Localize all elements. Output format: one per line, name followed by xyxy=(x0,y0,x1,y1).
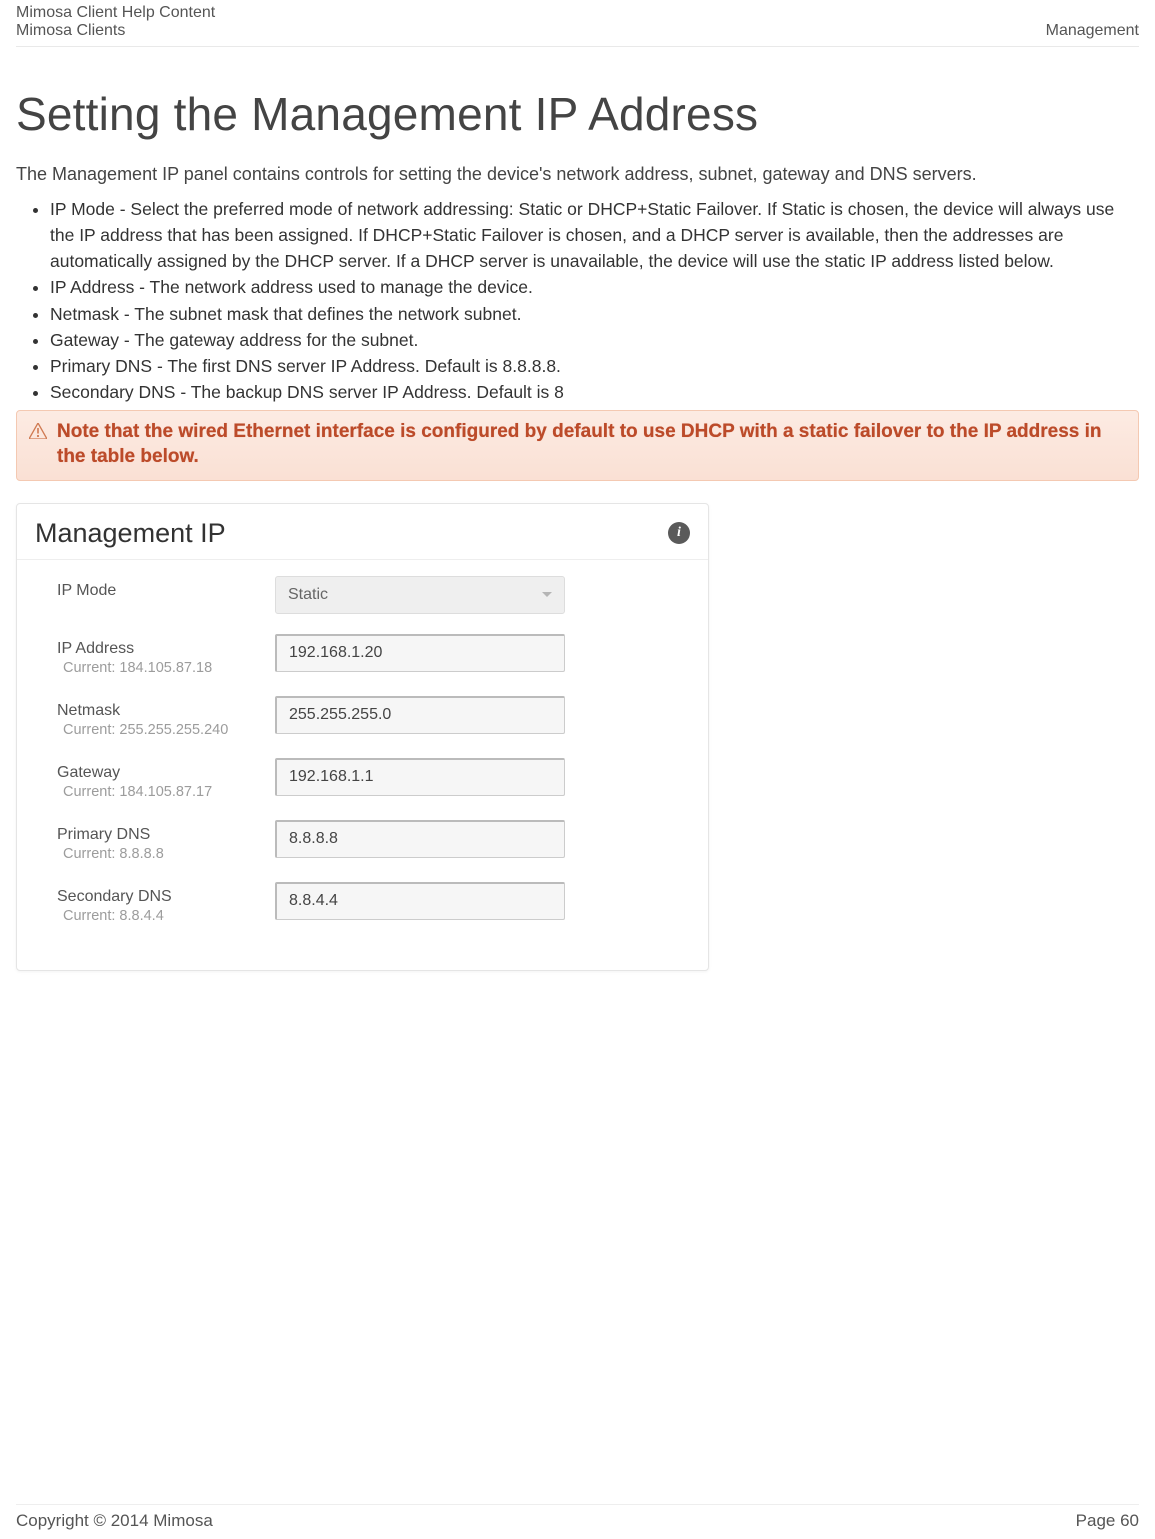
current-primary-dns: Current: 8.8.8.8 xyxy=(57,846,275,862)
row-primary-dns: Primary DNS Current: 8.8.8.8 xyxy=(57,820,686,862)
info-icon[interactable]: i xyxy=(668,522,690,544)
gateway-input[interactable] xyxy=(275,758,565,796)
footer-divider xyxy=(16,1504,1139,1505)
secondary-dns-input[interactable] xyxy=(275,882,565,920)
list-item: Netmask - The subnet mask that defines t… xyxy=(50,301,1139,327)
list-item: Gateway - The gateway address for the su… xyxy=(50,327,1139,353)
panel-title: Management IP xyxy=(35,518,226,549)
page-title: Setting the Management IP Address xyxy=(16,87,1139,141)
warning-icon xyxy=(29,423,47,439)
current-netmask: Current: 255.255.255.240 xyxy=(57,722,275,738)
header-right: Management xyxy=(1046,22,1139,40)
current-ip-address: Current: 184.105.87.18 xyxy=(57,660,275,676)
intro-paragraph: The Management IP panel contains control… xyxy=(16,159,1139,190)
list-item: IP Mode - Select the preferred mode of n… xyxy=(50,196,1139,275)
row-secondary-dns: Secondary DNS Current: 8.8.4.4 xyxy=(57,882,686,924)
label-gateway: Gateway xyxy=(57,764,275,782)
label-primary-dns: Primary DNS xyxy=(57,826,275,844)
list-item: Secondary DNS - The backup DNS server IP… xyxy=(50,379,1139,405)
current-secondary-dns: Current: 8.8.4.4 xyxy=(57,908,275,924)
label-secondary-dns: Secondary DNS xyxy=(57,888,275,906)
row-ip-address: IP Address Current: 184.105.87.18 xyxy=(57,634,686,676)
document-header: Mimosa Client Help Content Mimosa Client… xyxy=(16,0,1139,40)
chevron-down-icon xyxy=(542,592,552,597)
row-ip-mode: IP Mode Static xyxy=(57,576,686,614)
netmask-input[interactable] xyxy=(275,696,565,734)
warning-callout: Note that the wired Ethernet interface i… xyxy=(16,410,1139,481)
label-ip-address: IP Address xyxy=(57,640,275,658)
list-item: IP Address - The network address used to… xyxy=(50,274,1139,300)
label-ip-mode: IP Mode xyxy=(57,582,275,600)
document-footer: Copyright © 2014 Mimosa Page 60 xyxy=(16,1504,1139,1531)
header-line1: Mimosa Client Help Content xyxy=(16,4,1139,22)
management-ip-panel: Management IP i IP Mode Static IP Addres… xyxy=(16,503,709,971)
row-gateway: Gateway Current: 184.105.87.17 xyxy=(57,758,686,800)
header-left: Mimosa Clients xyxy=(16,22,125,40)
current-gateway: Current: 184.105.87.17 xyxy=(57,784,275,800)
row-netmask: Netmask Current: 255.255.255.240 xyxy=(57,696,686,738)
ip-mode-select[interactable]: Static xyxy=(275,576,565,614)
label-netmask: Netmask xyxy=(57,702,275,720)
panel-header: Management IP i xyxy=(17,504,708,560)
ip-mode-value: Static xyxy=(288,586,328,604)
primary-dns-input[interactable] xyxy=(275,820,565,858)
panel-body: IP Mode Static IP Address Current: 184.1… xyxy=(17,560,708,950)
copyright-text: Copyright © 2014 Mimosa xyxy=(16,1511,213,1531)
page-number: Page 60 xyxy=(1076,1511,1139,1531)
warning-text: Note that the wired Ethernet interface i… xyxy=(57,419,1126,470)
ip-address-input[interactable] xyxy=(275,634,565,672)
field-descriptions-list: IP Mode - Select the preferred mode of n… xyxy=(16,196,1139,406)
list-item: Primary DNS - The first DNS server IP Ad… xyxy=(50,353,1139,379)
header-divider xyxy=(16,46,1139,47)
